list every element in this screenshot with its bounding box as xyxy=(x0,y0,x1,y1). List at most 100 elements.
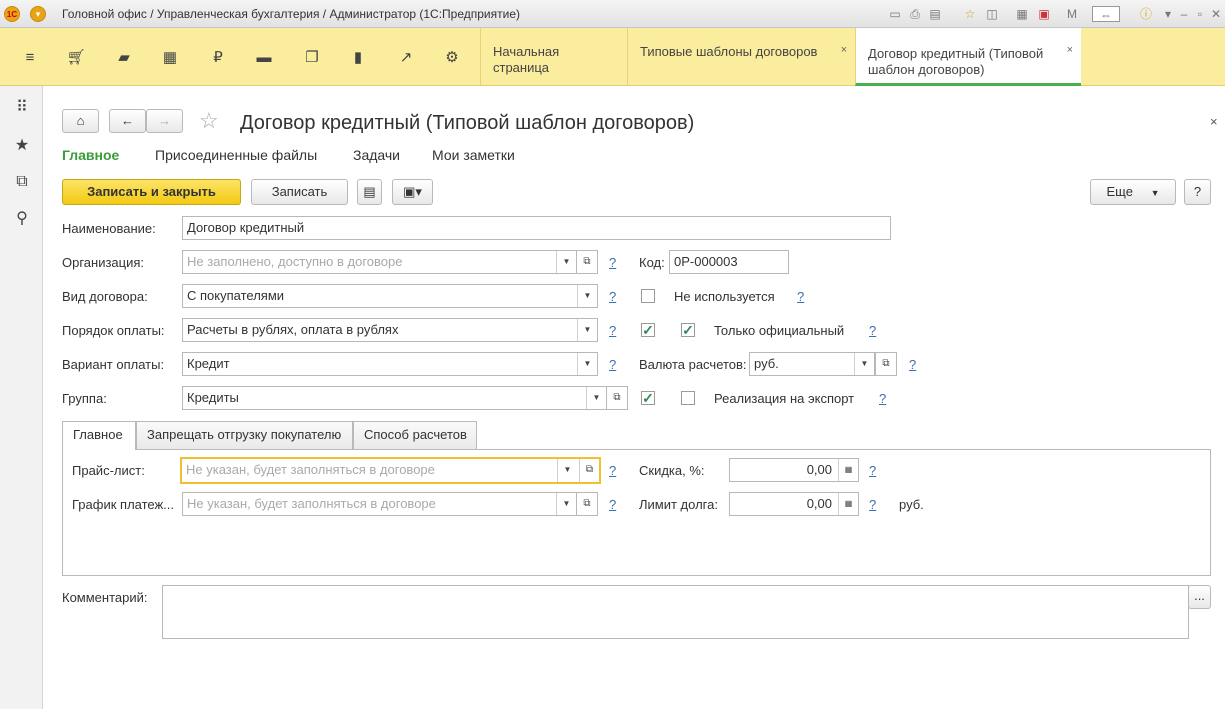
form-close-icon[interactable]: × xyxy=(1210,114,1218,129)
payment-order-checkbox[interactable]: ✓ xyxy=(641,323,655,337)
contract-kind-select[interactable]: С покупателями ▼ xyxy=(182,284,598,308)
help-icon[interactable]: ? xyxy=(609,289,616,304)
chevron-down-icon[interactable]: ▼ xyxy=(577,285,597,307)
print-icon[interactable]: ⎙ xyxy=(907,6,923,22)
comment-label: Комментарий: xyxy=(62,590,148,605)
help-icon[interactable]: ? xyxy=(879,391,886,406)
main-menu-button[interactable]: ▾ xyxy=(30,6,46,22)
nav-my-notes[interactable]: Мои заметки xyxy=(432,147,515,163)
trend-icon[interactable]: ↗ xyxy=(396,48,416,68)
chevron-down-icon[interactable]: ▼ xyxy=(854,353,874,375)
code-input[interactable]: 0Р-000003 xyxy=(669,250,789,274)
minimize-icon[interactable]: – xyxy=(1176,6,1192,22)
chevron-down-icon[interactable]: ▾ xyxy=(1160,6,1176,22)
help-icon[interactable]: ? xyxy=(609,357,616,372)
close-icon[interactable]: ✕ xyxy=(1208,6,1224,22)
name-input[interactable]: Договор кредитный xyxy=(182,216,891,240)
tab-home[interactable]: Начальная страница xyxy=(480,28,627,86)
close-icon[interactable]: × xyxy=(1067,42,1073,58)
debt-limit-input[interactable]: 0,00 ▦ xyxy=(729,492,859,516)
nav-attached-files[interactable]: Присоединенные файлы xyxy=(155,147,317,163)
pricelist-input[interactable]: Не указан, будет заполняться в договоре ▼… xyxy=(180,457,601,484)
create-based-on-button[interactable]: ▣▾ xyxy=(392,179,433,205)
ruble-icon[interactable]: ₽ xyxy=(208,48,228,68)
save-icon[interactable]: ▭ xyxy=(887,6,903,22)
help-icon[interactable]: ? xyxy=(609,255,616,270)
cart-icon[interactable]: 🛒︎ xyxy=(66,48,86,68)
truck-icon[interactable]: ▬ xyxy=(254,48,274,68)
favorite-star-icon[interactable]: ☆ xyxy=(199,108,219,134)
group-input[interactable]: Кредиты ▼ xyxy=(182,386,607,410)
chevron-down-icon[interactable]: ▼ xyxy=(556,493,576,515)
contract-kind-label: Вид договора: xyxy=(62,289,148,304)
chevron-down-icon[interactable]: ▼ xyxy=(577,353,597,375)
organization-input[interactable]: Не заполнено, доступно в договоре ▼ xyxy=(182,250,577,274)
help-icon[interactable]: ? xyxy=(909,357,916,372)
preview-icon[interactable]: ▤ xyxy=(927,6,943,22)
export-checkbox[interactable] xyxy=(681,391,695,405)
help-icon[interactable]: ? xyxy=(609,463,616,478)
close-icon[interactable]: × xyxy=(841,42,847,58)
chevron-down-icon[interactable]: ▼ xyxy=(586,387,606,409)
calculator-icon[interactable]: ▦ xyxy=(838,459,858,481)
bar-chart-icon[interactable]: ▮ xyxy=(348,48,368,68)
chevron-down-icon[interactable]: ▼ xyxy=(556,251,576,273)
subtab-block-shipment[interactable]: Запрещать отгрузку покупателю xyxy=(136,421,353,449)
comment-expand-button[interactable]: ... xyxy=(1188,585,1211,609)
help-button[interactable]: ? xyxy=(1184,179,1211,205)
search-icon[interactable]: ⚲ xyxy=(12,209,32,229)
subtab-payment-method[interactable]: Способ расчетов xyxy=(353,421,477,449)
chevron-down-icon[interactable]: ▼ xyxy=(557,459,577,482)
menu-icon[interactable]: ≡ xyxy=(20,48,40,68)
open-icon[interactable]: ⧉ xyxy=(576,250,598,274)
apps-grid-icon[interactable]: ⠿ xyxy=(12,98,32,118)
resize-icon[interactable]: ⇔ xyxy=(1092,6,1120,22)
favorites-icon[interactable]: ☆ xyxy=(962,6,978,22)
calendar-icon[interactable]: ▣ xyxy=(1036,6,1052,22)
more-button[interactable]: Еще ▼ xyxy=(1090,179,1176,205)
history-icon[interactable]: ◫ xyxy=(984,6,1000,22)
payment-variant-select[interactable]: Кредит ▼ xyxy=(182,352,598,376)
schedule-input[interactable]: Не указан, будет заполняться в договоре ▼ xyxy=(182,492,577,516)
history-icon[interactable]: ⧉ xyxy=(12,172,32,192)
maximize-icon[interactable]: ▫ xyxy=(1192,6,1208,22)
group-checkbox[interactable]: ✓ xyxy=(641,391,655,405)
subtab-main[interactable]: Главное xyxy=(62,421,136,450)
open-icon[interactable]: ⧉ xyxy=(579,459,599,482)
currency-input[interactable]: руб. ▼ xyxy=(749,352,875,376)
bag-icon[interactable]: ▰ xyxy=(114,48,134,68)
gear-icon[interactable]: ⚙ xyxy=(442,48,462,68)
back-button[interactable]: ← xyxy=(109,109,146,133)
grid-icon[interactable]: ▦ xyxy=(160,48,180,68)
calculator-icon[interactable]: ▦ xyxy=(1014,6,1030,22)
docs-icon[interactable]: ❐ xyxy=(302,48,322,68)
tab-credit-contract[interactable]: Договор кредитный (Типовой шаблон догово… xyxy=(855,28,1081,86)
help-icon[interactable]: ? xyxy=(869,323,876,338)
help-icon[interactable]: ? xyxy=(797,289,804,304)
help-icon[interactable]: ? xyxy=(609,497,616,512)
chevron-down-icon[interactable]: ▼ xyxy=(577,319,597,341)
save-button[interactable]: Записать xyxy=(251,179,348,205)
nav-tasks[interactable]: Задачи xyxy=(353,147,400,163)
star-icon[interactable]: ★ xyxy=(12,136,32,156)
forward-button[interactable]: → xyxy=(146,109,183,133)
nav-main[interactable]: Главное xyxy=(62,147,119,163)
document-list-button[interactable]: ▤ xyxy=(357,179,382,205)
comment-textarea[interactable] xyxy=(162,585,1189,639)
official-only-checkbox[interactable]: ✓ xyxy=(681,323,695,337)
not-used-checkbox[interactable] xyxy=(641,289,655,303)
tab-templates[interactable]: Типовые шаблоны договоров × xyxy=(627,28,855,86)
open-icon[interactable]: ⧉ xyxy=(606,386,628,410)
info-icon[interactable]: ⓘ xyxy=(1138,6,1154,22)
payment-order-select[interactable]: Расчеты в рублях, оплата в рублях ▼ xyxy=(182,318,598,342)
help-icon[interactable]: ? xyxy=(869,463,876,478)
home-button[interactable]: ⌂ xyxy=(62,109,99,133)
m-icon[interactable]: M xyxy=(1064,6,1080,22)
open-icon[interactable]: ⧉ xyxy=(875,352,897,376)
discount-input[interactable]: 0,00 ▦ xyxy=(729,458,859,482)
save-and-close-button[interactable]: Записать и закрыть xyxy=(62,179,241,205)
help-icon[interactable]: ? xyxy=(869,497,876,512)
open-icon[interactable]: ⧉ xyxy=(576,492,598,516)
help-icon[interactable]: ? xyxy=(609,323,616,338)
calculator-icon[interactable]: ▦ xyxy=(838,493,858,515)
